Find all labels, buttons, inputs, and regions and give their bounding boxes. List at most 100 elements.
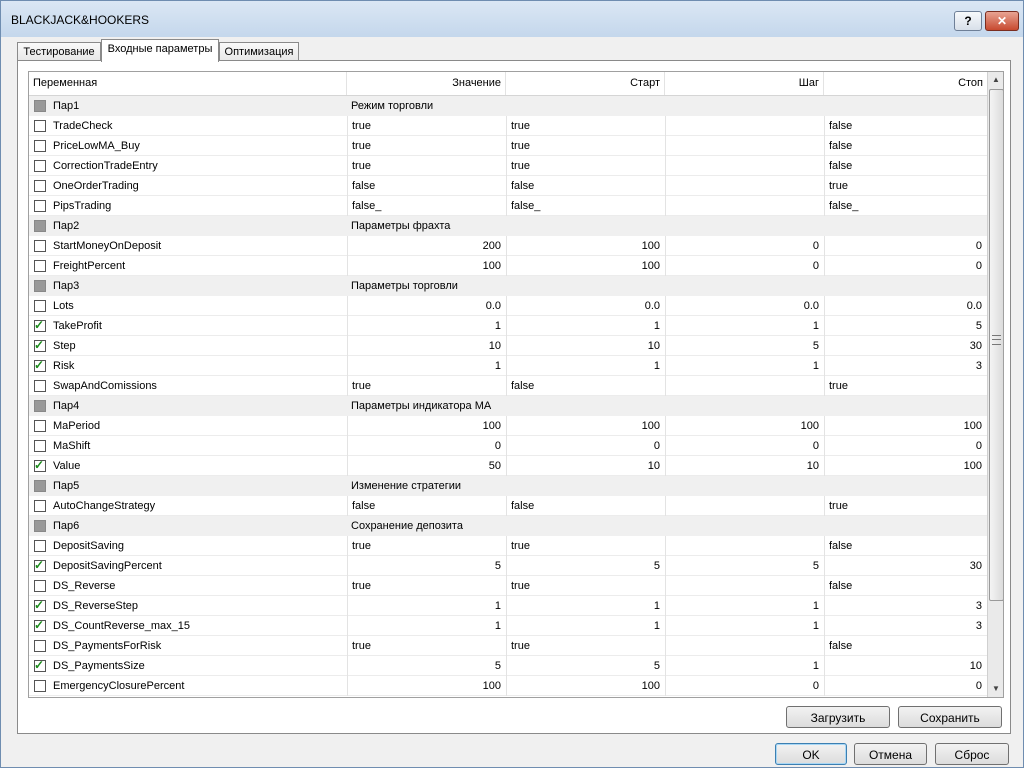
parameter-row[interactable]: ✓ Step 10 10 5 30	[29, 336, 987, 356]
step-cell[interactable]	[665, 136, 823, 156]
stop-cell[interactable]: false	[824, 136, 986, 156]
optimize-checkbox[interactable]: ✓	[34, 500, 46, 512]
start-cell[interactable]: false	[506, 376, 664, 396]
value-cell[interactable]: false	[347, 496, 505, 516]
stop-cell[interactable]: 3	[824, 596, 986, 616]
step-cell[interactable]: 0	[665, 256, 823, 276]
stop-cell[interactable]: 0	[824, 256, 986, 276]
step-cell[interactable]: 0.0	[665, 296, 823, 316]
optimize-checkbox[interactable]: ✓	[34, 260, 46, 272]
optimize-checkbox[interactable]: ✓	[34, 380, 46, 392]
start-cell[interactable]: 10	[506, 336, 664, 356]
optimize-checkbox[interactable]: ✓	[34, 180, 46, 192]
stop-cell[interactable]: false	[824, 636, 986, 656]
parameter-row[interactable]: ✓ DS_Reverse truetrue false	[29, 576, 987, 596]
optimize-checkbox[interactable]: ✓	[34, 200, 46, 212]
value-cell[interactable]: 0.0	[347, 296, 505, 316]
stop-cell[interactable]: false	[824, 536, 986, 556]
load-button[interactable]: Загрузить	[786, 706, 890, 728]
start-cell[interactable]: 1	[506, 356, 664, 376]
value-cell[interactable]: 100	[347, 416, 505, 436]
column-header-start[interactable]: Старт	[506, 72, 665, 95]
value-cell[interactable]: true	[347, 576, 505, 596]
optimize-checkbox[interactable]: ✓	[34, 300, 46, 312]
reset-button[interactable]: Сброс	[935, 743, 1009, 765]
group-row[interactable]: ✓ Пар6 Сохранение депозита	[29, 516, 987, 536]
start-cell[interactable]: 1	[506, 616, 664, 636]
value-cell[interactable]: 0	[347, 436, 505, 456]
scroll-down-icon[interactable]: ▼	[988, 681, 1003, 697]
stop-cell[interactable]: false	[824, 156, 986, 176]
close-button[interactable]: ✕	[985, 11, 1019, 31]
optimize-checkbox[interactable]: ✓	[34, 640, 46, 652]
optimize-checkbox[interactable]: ✓	[34, 120, 46, 132]
stop-cell[interactable]: 3	[824, 356, 986, 376]
parameter-row[interactable]: ✓ DepositSavingPercent 5 5 5 30	[29, 556, 987, 576]
step-cell[interactable]: 0	[665, 236, 823, 256]
parameter-row[interactable]: ✓ DS_CountReverse_max_15 1 1 1 3	[29, 616, 987, 636]
tab-input-parameters[interactable]: Входные параметры	[101, 39, 219, 62]
group-row[interactable]: ✓ Пар5 Изменение стратегии	[29, 476, 987, 496]
value-cell[interactable]: 200	[347, 236, 505, 256]
value-cell[interactable]: true	[347, 376, 505, 396]
optimize-checkbox[interactable]: ✓	[34, 598, 46, 612]
step-cell[interactable]	[665, 176, 823, 196]
group-row[interactable]: ✓ Пар3 Параметры торговли	[29, 276, 987, 296]
stop-cell[interactable]: 0	[824, 676, 986, 696]
step-cell[interactable]	[665, 636, 823, 656]
start-cell[interactable]: 10	[506, 456, 664, 476]
start-cell[interactable]: false_	[506, 196, 664, 216]
parameter-row[interactable]: ✓ OneOrderTrading falsefalse true	[29, 176, 987, 196]
stop-cell[interactable]: 10	[824, 656, 986, 676]
step-cell[interactable]: 1	[665, 356, 823, 376]
optimize-checkbox[interactable]: ✓	[34, 358, 46, 372]
start-cell[interactable]: 0	[506, 436, 664, 456]
step-cell[interactable]: 0	[665, 676, 823, 696]
stop-cell[interactable]: 100	[824, 456, 986, 476]
value-cell[interactable]: true	[347, 636, 505, 656]
start-cell[interactable]: 5	[506, 656, 664, 676]
value-cell[interactable]: true	[347, 116, 505, 136]
parameter-row[interactable]: ✓ DS_PaymentsSize 5 5 1 10	[29, 656, 987, 676]
start-cell[interactable]: true	[506, 116, 664, 136]
group-row[interactable]: ✓ Пар1 Режим торговли	[29, 96, 987, 116]
parameter-row[interactable]: ✓EmergencyClosurePercent10010000	[29, 676, 987, 696]
optimize-checkbox[interactable]: ✓	[34, 680, 46, 692]
parameter-row[interactable]: ✓ TakeProfit 1 1 1 5	[29, 316, 987, 336]
parameter-row[interactable]: ✓StartMoneyOnDeposit20010000	[29, 236, 987, 256]
value-cell[interactable]: 1	[347, 616, 505, 636]
stop-cell[interactable]: 30	[824, 336, 986, 356]
parameter-row[interactable]: ✓ AutoChangeStrategy falsefalse true	[29, 496, 987, 516]
step-cell[interactable]	[665, 116, 823, 136]
value-cell[interactable]: 50	[347, 456, 505, 476]
value-cell[interactable]: 1	[347, 316, 505, 336]
parameter-row[interactable]: ✓ DS_ReverseStep 1 1 1 3	[29, 596, 987, 616]
scroll-thumb[interactable]	[989, 89, 1003, 601]
stop-cell[interactable]: 0	[824, 236, 986, 256]
parameter-row[interactable]: ✓FreightPercent10010000	[29, 256, 987, 276]
value-cell[interactable]: true	[347, 136, 505, 156]
stop-cell[interactable]: 100	[824, 416, 986, 436]
optimize-checkbox[interactable]: ✓	[34, 540, 46, 552]
parameter-row[interactable]: ✓ TradeCheck truetrue false	[29, 116, 987, 136]
parameter-row[interactable]: ✓ Value 50 10 10 100	[29, 456, 987, 476]
optimize-checkbox[interactable]: ✓	[34, 240, 46, 252]
parameter-row[interactable]: ✓SwapAndComissionstruefalsetrue	[29, 376, 987, 396]
group-row[interactable]: ✓ Пар4 Параметры индикатора МА	[29, 396, 987, 416]
parameter-row[interactable]: ✓Lots0.00.00.00.0	[29, 296, 987, 316]
start-cell[interactable]: true	[506, 576, 664, 596]
step-cell[interactable]	[665, 496, 823, 516]
tab-optimization[interactable]: Оптимизация	[219, 42, 299, 61]
start-cell[interactable]: 100	[506, 676, 664, 696]
start-cell[interactable]: true	[506, 136, 664, 156]
step-cell[interactable]	[665, 576, 823, 596]
optimize-checkbox[interactable]: ✓	[34, 580, 46, 592]
optimize-checkbox[interactable]: ✓	[34, 618, 46, 632]
stop-cell[interactable]: 5	[824, 316, 986, 336]
start-cell[interactable]: 0.0	[506, 296, 664, 316]
start-cell[interactable]: 100	[506, 236, 664, 256]
step-cell[interactable]	[665, 156, 823, 176]
stop-cell[interactable]: 0.0	[824, 296, 986, 316]
value-cell[interactable]: false	[347, 176, 505, 196]
start-cell[interactable]: 5	[506, 556, 664, 576]
